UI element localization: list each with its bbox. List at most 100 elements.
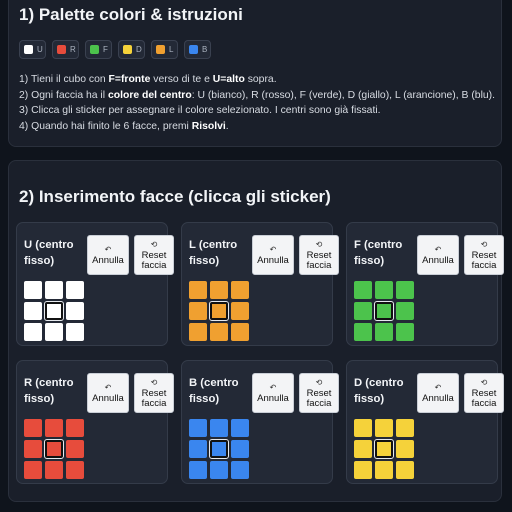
sticker[interactable] <box>189 302 207 320</box>
sticker[interactable] <box>66 461 84 479</box>
sticker[interactable] <box>375 419 393 437</box>
section-title-faces: 2) Inserimento facce (clicca gli sticker… <box>19 187 331 206</box>
palette-chip-r[interactable]: R <box>52 40 79 59</box>
undo-icon: ↶ <box>104 244 112 254</box>
face-card-f: F (centro fisso) ↶ Annulla ⟲ Reset faccia <box>346 222 504 346</box>
sticker[interactable] <box>189 281 207 299</box>
sticker[interactable] <box>354 440 372 458</box>
sticker[interactable] <box>66 419 84 437</box>
sticker[interactable] <box>24 440 42 458</box>
sticker[interactable] <box>66 323 84 341</box>
reset-face-button-b[interactable]: ⟲ Reset faccia <box>299 373 339 413</box>
face-card-r: R (centro fisso) ↶ Annulla ⟲ Reset faccia <box>16 360 174 484</box>
chip-label-l: L <box>169 45 174 54</box>
annulla-button-r[interactable]: ↶ Annulla <box>87 373 129 413</box>
sticker[interactable] <box>24 461 42 479</box>
swatch-d <box>123 45 132 54</box>
sticker[interactable] <box>231 419 249 437</box>
swatch-f <box>90 45 99 54</box>
sticker[interactable] <box>375 281 393 299</box>
sticker[interactable] <box>45 323 63 341</box>
sticker[interactable] <box>24 323 42 341</box>
sticker[interactable] <box>231 281 249 299</box>
sticker[interactable] <box>210 461 228 479</box>
sticker[interactable] <box>24 302 42 320</box>
sticker[interactable] <box>24 281 42 299</box>
sticker[interactable] <box>189 323 207 341</box>
face-card-l: L (centro fisso) ↶ Annulla ⟲ Reset faccia <box>181 222 339 346</box>
sticker[interactable] <box>189 461 207 479</box>
sticker[interactable] <box>396 461 414 479</box>
face-card-d: D (centro fisso) ↶ Annulla ⟲ Reset faccia <box>346 360 504 484</box>
sticker[interactable] <box>354 419 372 437</box>
palette-chip-f[interactable]: F <box>85 40 112 59</box>
sticker[interactable] <box>396 419 414 437</box>
sticker[interactable] <box>189 440 207 458</box>
swatch-b <box>189 45 198 54</box>
instructions-list: 1) Tieni il cubo con F=fronte verso di t… <box>19 72 495 134</box>
undo-icon: ↶ <box>269 244 277 254</box>
center-sticker <box>44 301 64 321</box>
sticker[interactable] <box>45 281 63 299</box>
sticker[interactable] <box>66 440 84 458</box>
instruction-1: 1) Tieni il cubo con F=fronte verso di t… <box>19 74 277 85</box>
sticker[interactable] <box>354 323 372 341</box>
annulla-button-l[interactable]: ↶ Annulla <box>252 235 294 275</box>
sticker[interactable] <box>396 281 414 299</box>
annulla-button-d[interactable]: ↶ Annulla <box>417 373 459 413</box>
reset-face-button-u[interactable]: ⟲ Reset faccia <box>134 235 174 275</box>
swatch-r <box>57 45 66 54</box>
sticker[interactable] <box>210 323 228 341</box>
reset-face-button-f[interactable]: ⟲ Reset faccia <box>464 235 504 275</box>
sticker[interactable] <box>231 440 249 458</box>
sticker[interactable] <box>354 281 372 299</box>
sticker[interactable] <box>231 302 249 320</box>
sticker[interactable] <box>24 419 42 437</box>
reset-icon: ⟲ <box>315 377 323 387</box>
palette-chip-b[interactable]: B <box>184 40 211 59</box>
reset-icon: ⟲ <box>480 239 488 249</box>
sticker-grid-u <box>24 281 84 341</box>
sticker[interactable] <box>375 323 393 341</box>
sticker[interactable] <box>396 323 414 341</box>
sticker[interactable] <box>396 440 414 458</box>
sticker[interactable] <box>210 281 228 299</box>
center-sticker <box>209 301 229 321</box>
chip-label-d: D <box>136 45 142 54</box>
palette-chip-u[interactable]: U <box>19 40 46 59</box>
sticker[interactable] <box>45 419 63 437</box>
annulla-button-u[interactable]: ↶ Annulla <box>87 235 129 275</box>
sticker[interactable] <box>189 419 207 437</box>
face-card-b: B (centro fisso) ↶ Annulla ⟲ Reset faccia <box>181 360 339 484</box>
sticker[interactable] <box>231 461 249 479</box>
sticker-grid-d <box>354 419 414 479</box>
annulla-button-b[interactable]: ↶ Annulla <box>252 373 294 413</box>
sticker[interactable] <box>375 461 393 479</box>
sticker-grid-b <box>189 419 249 479</box>
sticker[interactable] <box>210 419 228 437</box>
face-title-b: B (centro fisso) <box>189 377 239 405</box>
center-sticker <box>374 301 394 321</box>
reset-icon: ⟲ <box>150 239 158 249</box>
annulla-button-f[interactable]: ↶ Annulla <box>417 235 459 275</box>
face-title-f: F (centro fisso) <box>354 239 403 267</box>
sticker[interactable] <box>66 281 84 299</box>
reset-face-button-l[interactable]: ⟲ Reset faccia <box>299 235 339 275</box>
sticker[interactable] <box>396 302 414 320</box>
chip-label-b: B <box>202 45 208 54</box>
center-sticker <box>44 439 64 459</box>
instruction-3: 3) Clicca gli sticker per assegnare il c… <box>19 105 381 117</box>
reset-face-button-r[interactable]: ⟲ Reset faccia <box>134 373 174 413</box>
undo-icon: ↶ <box>104 382 112 392</box>
sticker[interactable] <box>231 323 249 341</box>
sticker[interactable] <box>45 461 63 479</box>
palette-chip-d[interactable]: D <box>118 40 145 59</box>
reset-face-button-d[interactable]: ⟲ Reset faccia <box>464 373 504 413</box>
reset-icon: ⟲ <box>150 377 158 387</box>
sticker[interactable] <box>354 302 372 320</box>
sticker[interactable] <box>66 302 84 320</box>
section-title-palette: 1) Palette colori & istruzioni <box>19 5 243 24</box>
sticker-grid-l <box>189 281 249 341</box>
palette-chip-l[interactable]: L <box>151 40 178 59</box>
sticker[interactable] <box>354 461 372 479</box>
